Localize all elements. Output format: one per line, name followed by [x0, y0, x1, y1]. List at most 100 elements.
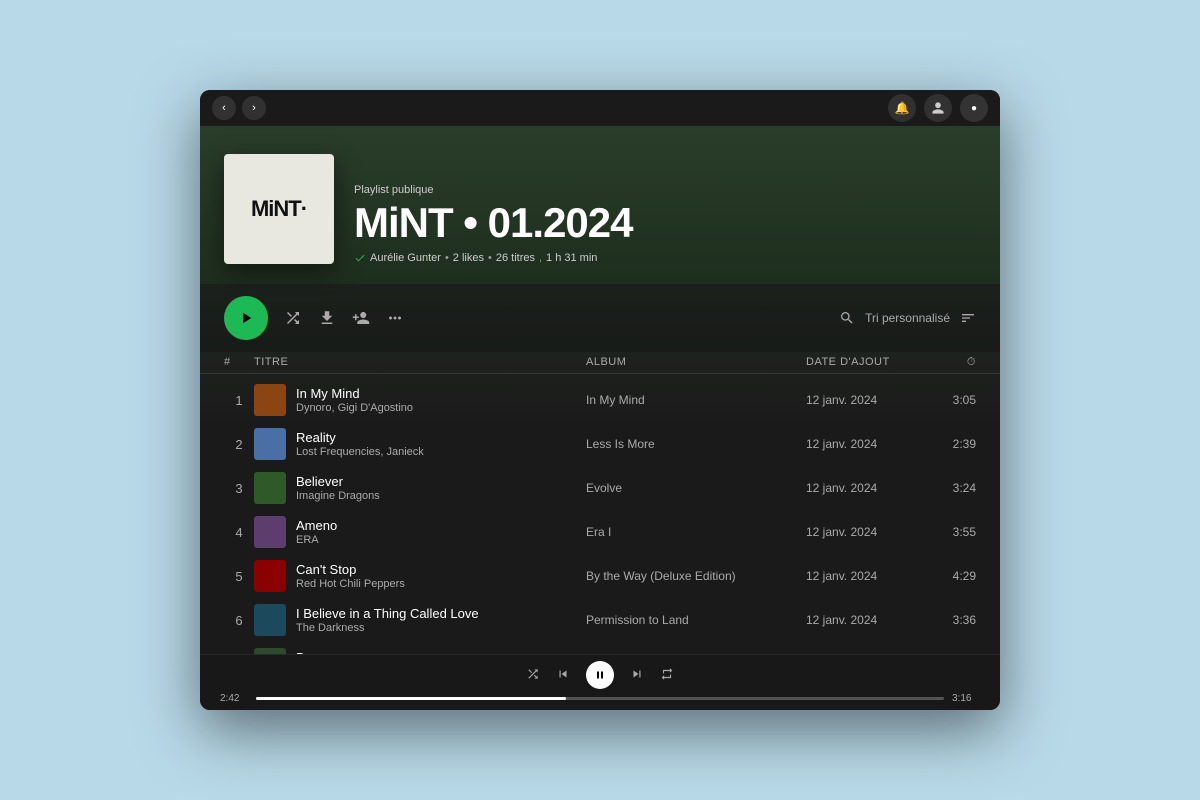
player-prev-button[interactable]: [556, 667, 570, 684]
track-name-artist: Believer Imagine Dragons: [296, 474, 380, 502]
track-duration: 3:24: [926, 481, 976, 495]
playlist-title: MiNT • 01.2024: [354, 200, 976, 246]
sort-label[interactable]: Tri personnalisé: [865, 311, 950, 325]
playlist-header: MiNT· Playlist publique MiNT • 01.2024 A…: [200, 126, 1000, 284]
track-album: Evolve: [586, 481, 806, 495]
track-date: 12 janv. 2024: [806, 613, 926, 627]
player-controls: [220, 661, 980, 689]
playlist-cover: MiNT·: [224, 154, 334, 264]
track-duration: 2:39: [926, 437, 976, 451]
add-user-button[interactable]: [352, 309, 370, 327]
track-album: By the Way (Deluxe Edition): [586, 569, 806, 583]
col-duration: ⏱: [926, 356, 976, 369]
player-repeat-button[interactable]: [660, 667, 674, 684]
user-icon[interactable]: [924, 94, 952, 122]
track-artist: Red Hot Chili Peppers: [296, 578, 405, 590]
track-artist: The Darkness: [296, 622, 479, 634]
profile-icon[interactable]: ●: [960, 94, 988, 122]
track-name: Can't Stop: [296, 562, 405, 577]
search-icon[interactable]: [839, 310, 855, 326]
track-row[interactable]: 7 Demons Imagine Dragons Night Visions 1…: [200, 642, 1000, 654]
track-name-artist: I Believe in a Thing Called Love The Dar…: [296, 606, 479, 634]
progress-bar[interactable]: [256, 697, 944, 700]
track-list: 1 In My Mind Dynoro, Gigi D'Agostino In …: [200, 378, 1000, 654]
notification-icon[interactable]: 🔔: [888, 94, 916, 122]
track-date: 12 janv. 2024: [806, 569, 926, 583]
track-thumbnail: [254, 560, 286, 592]
track-album: Less Is More: [586, 437, 806, 451]
more-button[interactable]: [386, 309, 404, 327]
playlist-author: Aurélie Gunter: [370, 252, 441, 264]
track-number: 4: [224, 525, 254, 540]
shuffle-button[interactable]: [284, 309, 302, 327]
track-thumbnail: [254, 384, 286, 416]
player-pause-button[interactable]: [586, 661, 614, 689]
track-name: I Believe in a Thing Called Love: [296, 606, 479, 621]
track-album: Permission to Land: [586, 613, 806, 627]
progress-row: 2:42 3:16: [220, 693, 980, 704]
track-date: 12 janv. 2024: [806, 481, 926, 495]
playlist-type: Playlist publique: [354, 184, 976, 196]
total-time: 3:16: [952, 693, 980, 704]
track-row[interactable]: 3 Believer Imagine Dragons Evolve 12 jan…: [200, 466, 1000, 510]
track-info: Believer Imagine Dragons: [254, 472, 586, 504]
controls-bar: Tri personnalisé: [200, 284, 1000, 352]
track-info: Can't Stop Red Hot Chili Peppers: [254, 560, 586, 592]
track-artist: Imagine Dragons: [296, 490, 380, 502]
download-button[interactable]: [318, 309, 336, 327]
nav-buttons: ‹ ›: [212, 96, 266, 120]
track-artist: ERA: [296, 534, 337, 546]
track-info: In My Mind Dynoro, Gigi D'Agostino: [254, 384, 586, 416]
progress-fill: [256, 697, 566, 700]
track-date: 12 janv. 2024: [806, 437, 926, 451]
playlist-info: Playlist publique MiNT • 01.2024 Aurélie…: [354, 184, 976, 264]
track-row[interactable]: 5 Can't Stop Red Hot Chili Peppers By th…: [200, 554, 1000, 598]
playlist-likes: 2 likes: [453, 252, 484, 264]
track-name: In My Mind: [296, 386, 413, 401]
track-row[interactable]: 6 I Believe in a Thing Called Love The D…: [200, 598, 1000, 642]
track-artist: Dynoro, Gigi D'Agostino: [296, 402, 413, 414]
track-info: I Believe in a Thing Called Love The Dar…: [254, 604, 586, 636]
main-content: MiNT· Playlist publique MiNT • 01.2024 A…: [200, 126, 1000, 654]
nav-back-button[interactable]: ‹: [212, 96, 236, 120]
track-album: Era I: [586, 525, 806, 539]
track-name: Ameno: [296, 518, 337, 533]
col-album: Album: [586, 356, 806, 369]
top-right-icons: 🔔 ●: [888, 94, 988, 122]
nav-forward-button[interactable]: ›: [242, 96, 266, 120]
track-row[interactable]: 2 Reality Lost Frequencies, Janieck Less…: [200, 422, 1000, 466]
track-duration: 3:55: [926, 525, 976, 539]
track-thumbnail: [254, 428, 286, 460]
current-time: 2:42: [220, 693, 248, 704]
track-artist: Lost Frequencies, Janieck: [296, 446, 424, 458]
track-number: 1: [224, 393, 254, 408]
track-thumbnail: [254, 472, 286, 504]
track-album: In My Mind: [586, 393, 806, 407]
top-bar: ‹ › 🔔 ●: [200, 90, 1000, 126]
col-num: #: [224, 356, 254, 369]
track-row[interactable]: 4 Ameno ERA Era I 12 janv. 2024 3:55: [200, 510, 1000, 554]
sort-icon[interactable]: [960, 310, 976, 326]
track-name-artist: Ameno ERA: [296, 518, 337, 546]
track-thumbnail: [254, 604, 286, 636]
col-title: Titre: [254, 356, 586, 369]
track-date: 12 janv. 2024: [806, 525, 926, 539]
verified-icon: [354, 252, 366, 264]
track-name: Reality: [296, 430, 424, 445]
playlist-duration: 1 h 31 min: [546, 252, 597, 264]
track-name-artist: Can't Stop Red Hot Chili Peppers: [296, 562, 405, 590]
mint-logo-text: MiNT·: [251, 196, 307, 222]
track-duration: 3:36: [926, 613, 976, 627]
track-number: 6: [224, 613, 254, 628]
track-duration: 3:05: [926, 393, 976, 407]
player-shuffle-button[interactable]: [526, 667, 540, 684]
track-row[interactable]: 1 In My Mind Dynoro, Gigi D'Agostino In …: [200, 378, 1000, 422]
track-name-artist: Reality Lost Frequencies, Janieck: [296, 430, 424, 458]
playlist-meta: Aurélie Gunter • 2 likes • 26 titres , 1…: [354, 252, 976, 264]
track-number: 3: [224, 481, 254, 496]
player-next-button[interactable]: [630, 667, 644, 684]
track-number: 5: [224, 569, 254, 584]
app-window: ‹ › 🔔 ● MiNT· Playlist publique MiNT • 0…: [200, 90, 1000, 710]
play-button[interactable]: [224, 296, 268, 340]
track-info: Ameno ERA: [254, 516, 586, 548]
